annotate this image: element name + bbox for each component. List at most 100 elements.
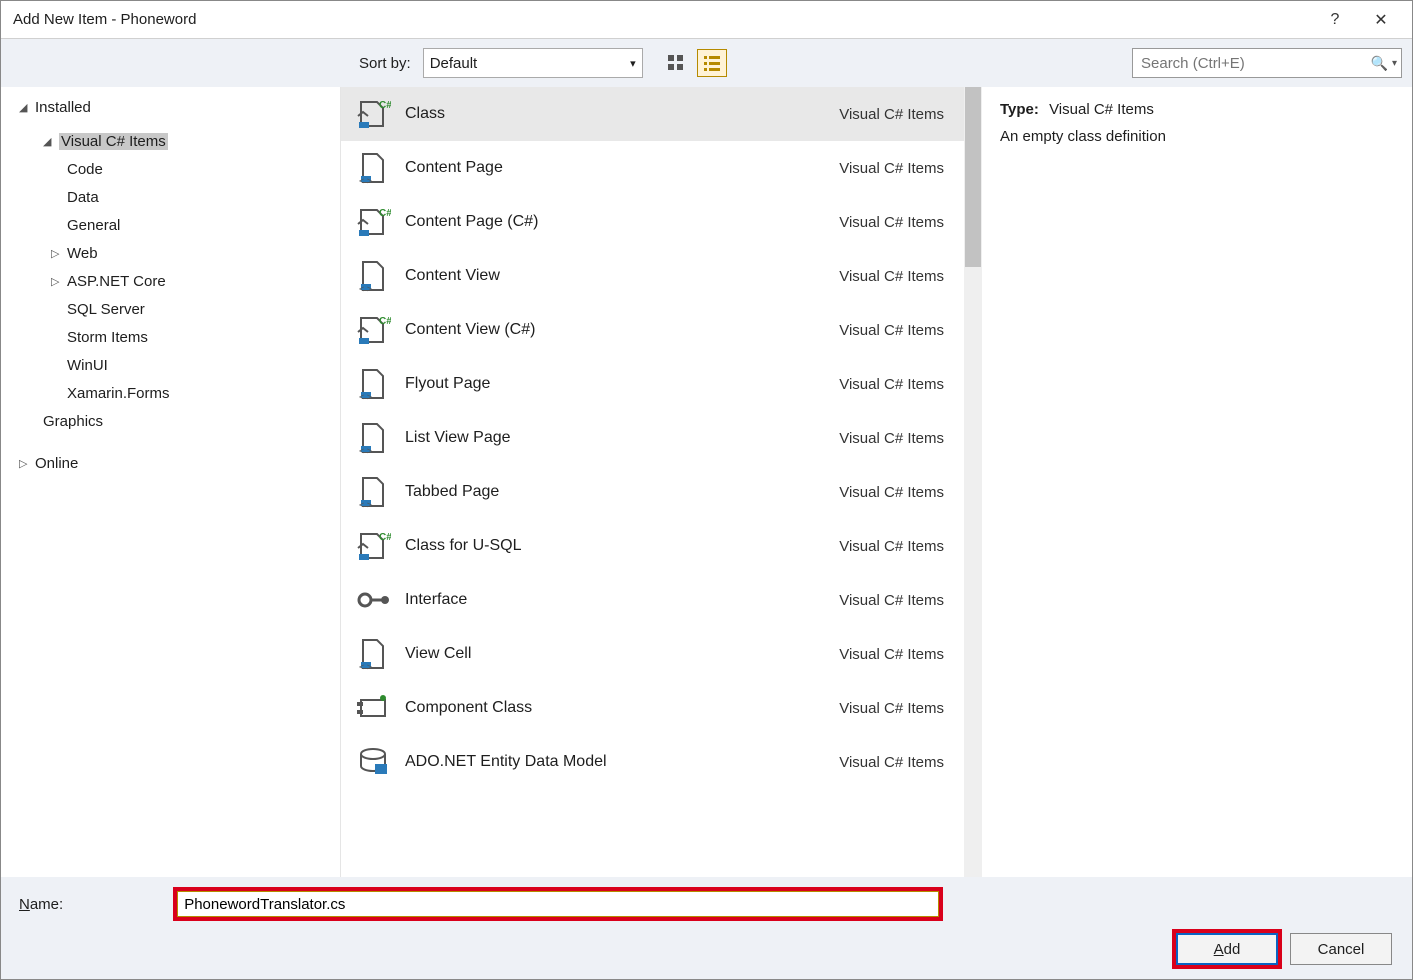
template-icon: < > — [355, 366, 391, 402]
view-large-icons-button[interactable] — [661, 49, 691, 77]
template-category: Visual C# Items — [839, 322, 944, 339]
template-category: Visual C# Items — [839, 376, 944, 393]
category-tree: ◢ Installed ◢ Visual C# Items Code Data … — [1, 87, 341, 877]
template-icon: < > — [355, 258, 391, 294]
help-button[interactable]: ? — [1312, 1, 1358, 39]
tree-installed[interactable]: ◢ Installed — [9, 93, 332, 121]
template-icon — [355, 744, 391, 780]
template-icon: < > — [355, 636, 391, 672]
sort-by-value: Default — [430, 55, 478, 72]
scrollbar-thumb[interactable] — [965, 87, 981, 267]
search-icon[interactable]: 🔍 — [1367, 55, 1392, 72]
template-row[interactable]: < > Content Page Visual C# Items — [341, 141, 964, 195]
template-category: Visual C# Items — [839, 700, 944, 717]
tree-sql-server[interactable]: SQL Server — [9, 295, 332, 323]
template-name: List View Page — [405, 429, 825, 447]
tree-general[interactable]: General — [9, 211, 332, 239]
template-row[interactable]: C# Content View (C#) Visual C# Items — [341, 303, 964, 357]
template-category: Visual C# Items — [839, 160, 944, 177]
svg-text:C#: C# — [379, 316, 391, 327]
template-row[interactable]: C# Class for U-SQL Visual C# Items — [341, 519, 964, 573]
template-row[interactable]: Component Class Visual C# Items — [341, 681, 964, 735]
template-row[interactable]: C#Content Page (C#)Visual C# Items — [341, 195, 964, 249]
sort-by-dropdown[interactable]: Default ▾ — [423, 48, 643, 78]
cancel-button[interactable]: Cancel — [1290, 933, 1392, 965]
sort-by-label: Sort by: — [359, 55, 411, 72]
template-row[interactable]: ADO.NET Entity Data Model Visual C# Items — [341, 735, 964, 789]
template-row[interactable]: Interface Visual C# Items — [341, 573, 964, 627]
template-category: Visual C# Items — [839, 484, 944, 501]
template-name: Content Page (C#) — [405, 213, 825, 231]
expand-icon: ▷ — [51, 275, 65, 288]
tree-storm-items[interactable]: Storm Items — [9, 323, 332, 351]
chevron-down-icon: ▾ — [630, 57, 636, 70]
window-title: Add New Item - Phoneword — [13, 11, 1312, 28]
tree-web[interactable]: ▷Web — [9, 239, 332, 267]
tree-data[interactable]: Data — [9, 183, 332, 211]
tree-graphics[interactable]: Graphics — [9, 407, 332, 435]
detail-type-label: Type: — [1000, 101, 1039, 118]
svg-text:< >: < > — [359, 500, 372, 510]
template-icon: C# — [355, 312, 391, 348]
svg-text:C#: C# — [379, 208, 391, 219]
tree-visual-csharp-items[interactable]: ◢ Visual C# Items — [9, 127, 332, 155]
template-name: Class for U-SQL — [405, 537, 825, 555]
template-icon: < > — [355, 420, 391, 456]
tree-xamarin-forms[interactable]: Xamarin.Forms — [9, 379, 332, 407]
template-category: Visual C# Items — [839, 754, 944, 771]
template-list: C# Class Visual C# Items < > Content Page Vis… — [341, 87, 964, 877]
template-icon — [355, 582, 391, 618]
template-row[interactable]: < > Flyout Page Visual C# Items — [341, 357, 964, 411]
template-name: Content View (C#) — [405, 321, 825, 339]
template-icon: < > — [355, 474, 391, 510]
add-button[interactable]: Add — [1176, 933, 1278, 965]
name-label: Name: — [19, 896, 63, 913]
tree-online[interactable]: ▷ Online — [9, 449, 332, 477]
collapse-icon: ◢ — [43, 135, 57, 148]
template-row[interactable]: < >View CellVisual C# Items — [341, 627, 964, 681]
template-name: Interface — [405, 591, 825, 609]
search-dropdown-icon[interactable]: ▾ — [1392, 58, 1397, 69]
svg-text:C#: C# — [379, 532, 391, 543]
template-name: View Cell — [405, 645, 825, 663]
template-row[interactable]: < > List View Page Visual C# Items — [341, 411, 964, 465]
template-icon: C# — [355, 204, 391, 240]
tree-code[interactable]: Code — [9, 155, 332, 183]
detail-type-value: Visual C# Items — [1049, 101, 1154, 118]
titlebar: Add New Item - Phoneword ? ✕ — [1, 1, 1412, 39]
name-input-highlight — [173, 887, 943, 921]
collapse-icon: ◢ — [19, 101, 33, 114]
template-category: Visual C# Items — [839, 430, 944, 447]
template-row[interactable]: C#ClassVisual C# Items — [341, 87, 964, 141]
template-name: Flyout Page — [405, 375, 825, 393]
toolbar: Sort by: Default ▾ 🔍 ▾ — [1, 39, 1412, 87]
template-category: Visual C# Items — [839, 106, 944, 123]
svg-text:< >: < > — [359, 176, 372, 186]
name-input[interactable] — [177, 891, 939, 917]
svg-text:< >: < > — [359, 284, 372, 294]
svg-text:< >: < > — [359, 392, 372, 402]
tree-aspnet-core[interactable]: ▷ASP.NET Core — [9, 267, 332, 295]
view-list-button[interactable] — [697, 49, 727, 77]
template-icon — [355, 690, 391, 726]
template-category: Visual C# Items — [839, 538, 944, 555]
template-name: Tabbed Page — [405, 483, 825, 501]
template-row[interactable]: < > Tabbed Page Visual C# Items — [341, 465, 964, 519]
search-input[interactable] — [1141, 55, 1367, 72]
template-name: Content View — [405, 267, 825, 285]
template-name: Content Page — [405, 159, 825, 177]
template-name: Component Class — [405, 699, 825, 717]
search-box[interactable]: 🔍 ▾ — [1132, 48, 1402, 78]
template-name: Class — [405, 105, 825, 123]
close-button[interactable]: ✕ — [1358, 1, 1404, 39]
tree-winui[interactable]: WinUI — [9, 351, 332, 379]
expand-icon: ▷ — [19, 457, 33, 470]
expand-icon: ▷ — [51, 247, 65, 260]
detail-pane: Type: Visual C# Items An empty class def… — [982, 87, 1412, 877]
template-row[interactable]: < >Content ViewVisual C# Items — [341, 249, 964, 303]
scrollbar[interactable] — [964, 87, 982, 877]
template-category: Visual C# Items — [839, 592, 944, 609]
detail-description: An empty class definition — [1000, 128, 1394, 145]
template-name: ADO.NET Entity Data Model — [405, 753, 825, 771]
template-icon: C# — [355, 528, 391, 564]
